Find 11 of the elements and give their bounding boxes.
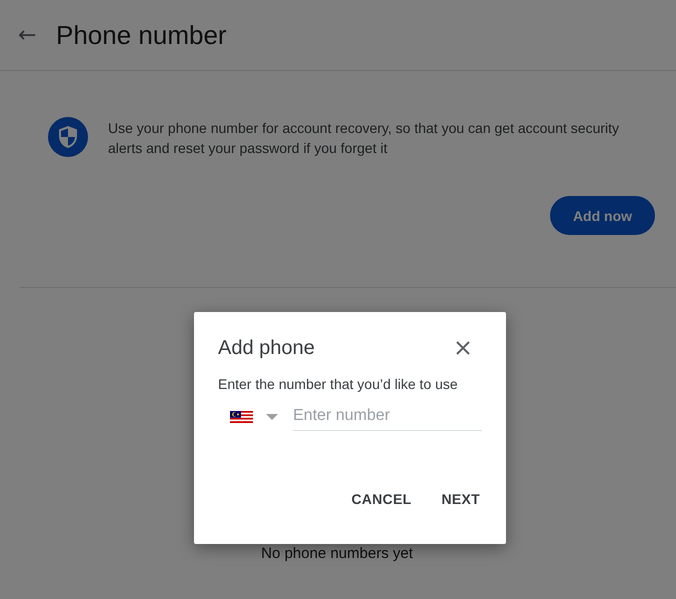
- close-icon[interactable]: [456, 341, 470, 355]
- empty-message: No phone numbers yet: [261, 545, 413, 562]
- cancel-button[interactable]: CANCEL: [343, 483, 420, 515]
- page-title: Phone number: [56, 20, 227, 50]
- next-button[interactable]: NEXT: [433, 483, 488, 515]
- dialog-title: Add phone: [218, 336, 315, 360]
- info-text: Use your phone number for account recovery, so that you can get account security alerts and reset your password if you forget it: [108, 119, 620, 158]
- flag-icon: [230, 411, 253, 423]
- caret-icon: [266, 414, 278, 420]
- dialog-subtitle: Enter the number that you’d like to use: [218, 376, 459, 392]
- shield-icon: [48, 117, 88, 157]
